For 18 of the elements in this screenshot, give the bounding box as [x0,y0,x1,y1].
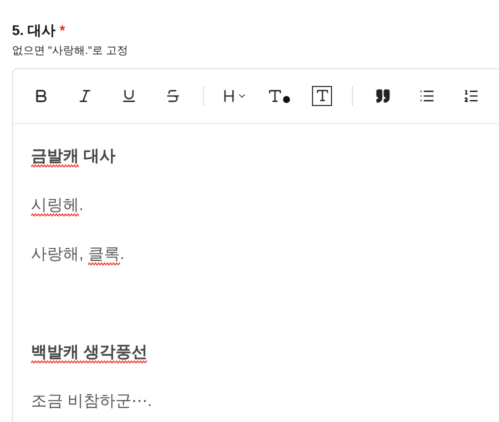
rich-text-editor[interactable]: 금발캐 대사 시링헤. 사랑해, 클록. 백발캐 생각풍선 조금 비참하군⋯. [12,68,499,422]
required-mark: * [60,21,66,40]
field-description: 없으면 "사랑해."로 고정 [12,44,129,59]
paragraph-text: 조금 비참하군⋯. [31,392,152,412]
paragraph-text: 시링헤. [31,194,84,218]
section-heading: 금발캐 대사 [31,144,116,168]
text-color-icon [266,88,290,104]
quote-icon [375,88,391,104]
text-background-icon [312,86,332,106]
underline-icon [121,88,137,104]
bold-icon [33,88,49,104]
section-heading: 백발캐 생각풍선 [31,340,148,364]
bullet-list-icon [419,88,435,104]
italic-icon [77,88,93,104]
paragraph-text: 사랑해, 클록. [31,242,124,266]
strikethrough-icon [165,88,181,104]
numbered-list-icon [463,88,479,104]
field-title: 5. 대사 [12,21,56,40]
